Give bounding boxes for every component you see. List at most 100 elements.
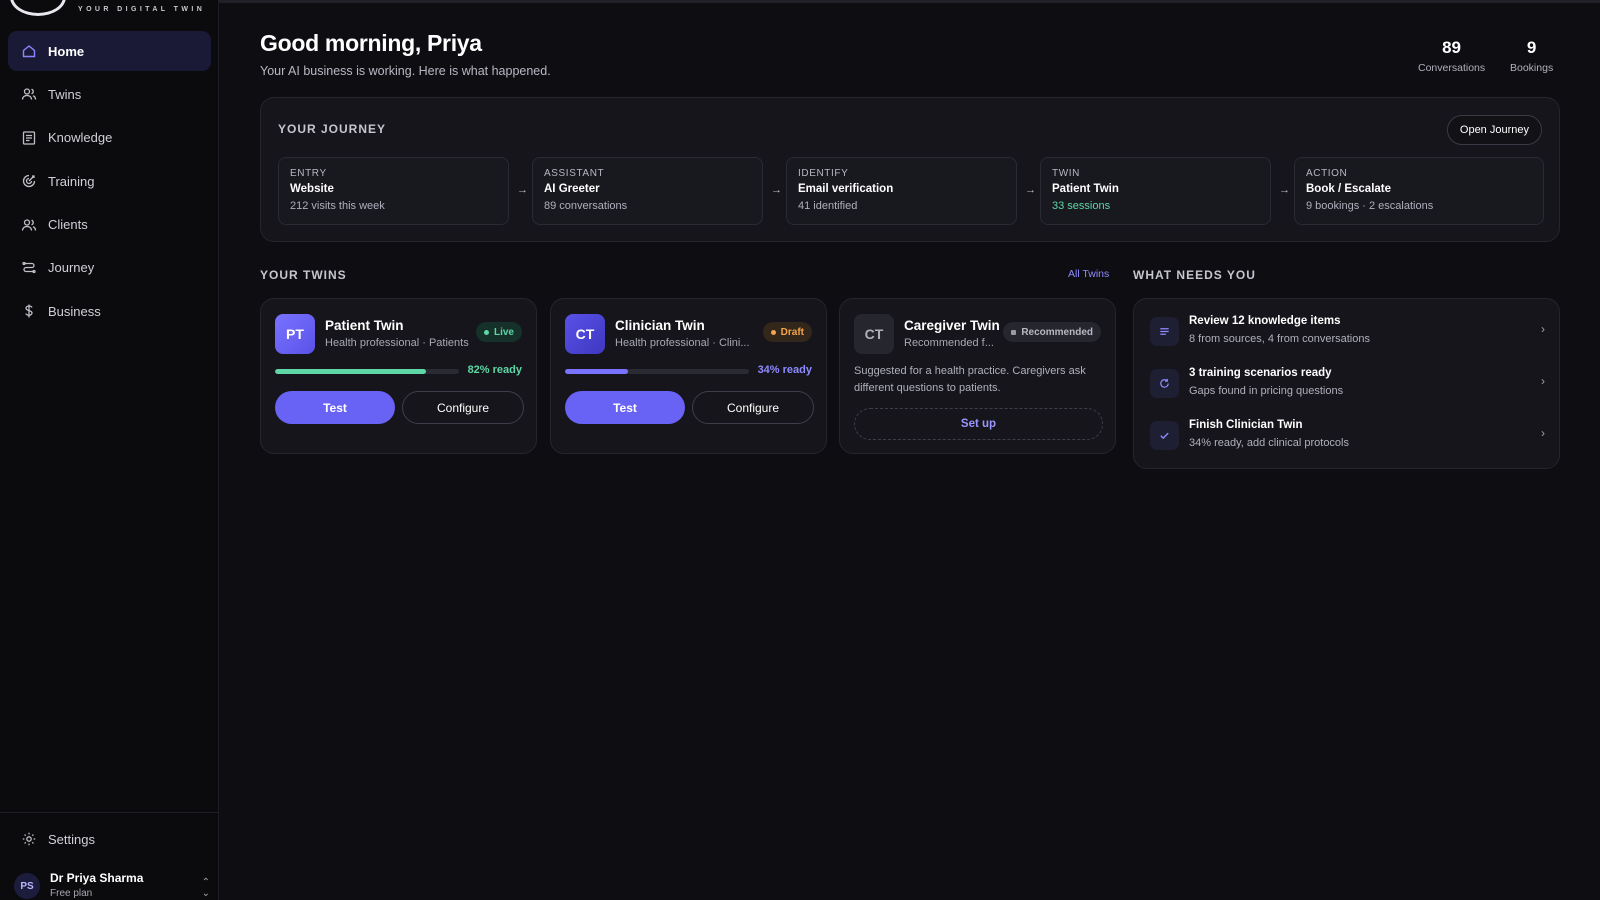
step-title: AI Greeter — [544, 183, 600, 195]
readiness-bar — [565, 369, 749, 374]
twin-card-patient[interactable]: PT Patient Twin Health professional · Pa… — [260, 298, 537, 454]
step-title: Book / Escalate — [1306, 183, 1392, 195]
need-item-clinician[interactable]: Finish Clinician Twin 34% ready, add cli… — [1150, 416, 1545, 456]
twin-subtitle: Recommended f... — [904, 337, 994, 349]
sidebar-item-label: Training — [48, 173, 95, 189]
settings-label: Settings — [48, 831, 95, 847]
avatar: CT — [854, 314, 894, 354]
journey-step-entry[interactable]: ENTRY Website 212 visits this week — [278, 157, 509, 225]
need-title: Review 12 knowledge items — [1189, 315, 1341, 327]
journey-step-identify[interactable]: IDENTIFY Email verification 41 identifie… — [786, 157, 1017, 225]
open-journey-button[interactable]: Open Journey — [1446, 115, 1542, 145]
logo[interactable]: YOUR DIGITAL TWIN — [10, 0, 210, 18]
readiness-label: 82% ready — [467, 364, 522, 376]
avatar: PS — [14, 873, 40, 899]
sidebar-item-knowledge[interactable]: Knowledge — [8, 118, 211, 158]
top-divider — [219, 0, 1600, 3]
step-title: Email verification — [798, 183, 894, 195]
status-dot-icon — [483, 329, 489, 335]
page-title: Good morning, Priya — [260, 30, 482, 56]
step-detail: 89 conversations — [544, 200, 628, 212]
status-dot-icon — [1011, 329, 1017, 335]
avatar: PT — [275, 314, 315, 354]
twin-card-clinician[interactable]: CT Clinician Twin Health professional · … — [550, 298, 827, 454]
readiness-label: 34% ready — [757, 364, 812, 376]
twin-subtitle: Health professional · Clini... — [615, 337, 750, 349]
sidebar-item-home[interactable]: Home — [8, 31, 211, 71]
stat-bookings: 9 Bookings — [1510, 38, 1553, 74]
sidebar-nav: Home Twins Knowledge Training Clients Jo… — [8, 31, 211, 335]
sidebar-item-business[interactable]: Business — [8, 291, 211, 331]
target-icon — [21, 173, 37, 189]
need-subtitle: 34% ready, add clinical protocols — [1189, 437, 1349, 449]
sidebar: YOUR DIGITAL TWIN Home Twins Knowledge T… — [0, 0, 219, 900]
configure-button[interactable]: Configure — [692, 391, 814, 424]
readiness-bar-fill — [565, 369, 628, 374]
status-badge: Draft — [762, 322, 812, 342]
user-plan: Free plan — [50, 888, 93, 899]
set-up-button[interactable]: Set up — [854, 408, 1103, 440]
journey-step-twin[interactable]: TWIN Patient Twin 33 sessions — [1040, 157, 1271, 225]
badge-label: Recommended — [1021, 326, 1093, 338]
status-dot-icon — [770, 329, 776, 335]
need-subtitle: Gaps found in pricing questions — [1189, 385, 1344, 397]
sidebar-item-label: Twins — [48, 86, 82, 102]
sidebar-item-label: Business — [48, 303, 101, 319]
list-icon — [1150, 317, 1179, 346]
need-item-training[interactable]: 3 training scenarios ready Gaps found in… — [1150, 364, 1545, 404]
sidebar-item-label: Clients — [48, 217, 88, 233]
test-button[interactable]: Test — [275, 391, 395, 424]
sidebar-item-journey[interactable]: Journey — [8, 248, 211, 288]
stat-conversations: 89 Conversations — [1418, 38, 1485, 74]
chevron-right-icon: › — [1541, 374, 1545, 388]
sidebar-item-twins[interactable]: Twins — [8, 74, 211, 114]
arrow-right-icon: → — [771, 184, 782, 196]
needs-card: Review 12 knowledge items 8 from sources… — [1133, 298, 1560, 469]
home-icon — [21, 43, 37, 59]
sidebar-item-clients[interactable]: Clients — [8, 205, 211, 245]
gear-icon — [21, 831, 37, 847]
journey-card: YOUR JOURNEY Open Journey ENTRY Website … — [260, 97, 1560, 242]
status-badge: Recommended — [1003, 322, 1101, 342]
test-button[interactable]: Test — [565, 391, 685, 424]
step-kind: ENTRY — [290, 168, 327, 179]
need-item-knowledge[interactable]: Review 12 knowledge items 8 from sources… — [1150, 312, 1545, 352]
stat-label: Conversations — [1418, 62, 1486, 74]
avatar: CT — [565, 314, 605, 354]
sidebar-item-label: Journey — [48, 260, 95, 276]
journey-title: YOUR JOURNEY — [278, 122, 387, 136]
badge-label: Live — [493, 326, 514, 338]
sidebar-item-training[interactable]: Training — [8, 161, 211, 201]
configure-button[interactable]: Configure — [402, 391, 524, 424]
twin-name: Patient Twin — [325, 318, 404, 333]
twin-subtitle: Health professional · Patients — [325, 337, 469, 349]
page-subtitle: Your AI business is working. Here is wha… — [260, 64, 551, 78]
refresh-icon — [1150, 369, 1179, 398]
arrow-right-icon: → — [1279, 184, 1290, 196]
all-twins-link[interactable]: All Twins — [1068, 268, 1109, 280]
journey-step-action[interactable]: ACTION Book / Escalate 9 bookings · 2 es… — [1294, 157, 1544, 225]
journey-step-assistant[interactable]: ASSISTANT AI Greeter 89 conversations — [532, 157, 763, 225]
chevron-right-icon: › — [1541, 426, 1545, 440]
people-icon — [21, 217, 37, 233]
readiness-bar — [275, 369, 459, 374]
step-kind: IDENTIFY — [798, 168, 849, 179]
step-kind: TWIN — [1052, 168, 1080, 179]
chevron-updown-icon: ⌃ ⌄ — [201, 877, 210, 899]
user-menu[interactable]: PS Dr Priya Sharma Free plan ⌃ ⌄ — [14, 871, 210, 900]
dollar-icon — [21, 303, 37, 319]
need-title: 3 training scenarios ready — [1189, 367, 1332, 379]
step-detail: 212 visits this week — [290, 200, 385, 212]
twin-name: Clinician Twin — [615, 318, 705, 333]
chevron-right-icon: › — [1541, 322, 1545, 336]
step-kind: ACTION — [1306, 168, 1348, 179]
users-icon — [21, 86, 37, 102]
sidebar-item-settings[interactable]: Settings — [8, 822, 211, 856]
twin-card-caregiver[interactable]: CT Caregiver Twin Recommended f... Recom… — [839, 298, 1116, 454]
needs-section-title: WHAT NEEDS YOU — [1133, 268, 1256, 282]
arrow-right-icon: → — [517, 184, 528, 196]
logo-tagline: YOUR DIGITAL TWIN — [78, 6, 206, 13]
step-detail: 33 sessions — [1052, 200, 1111, 212]
sidebar-item-label: Knowledge — [48, 130, 113, 146]
twin-name: Caregiver Twin — [904, 318, 1000, 333]
